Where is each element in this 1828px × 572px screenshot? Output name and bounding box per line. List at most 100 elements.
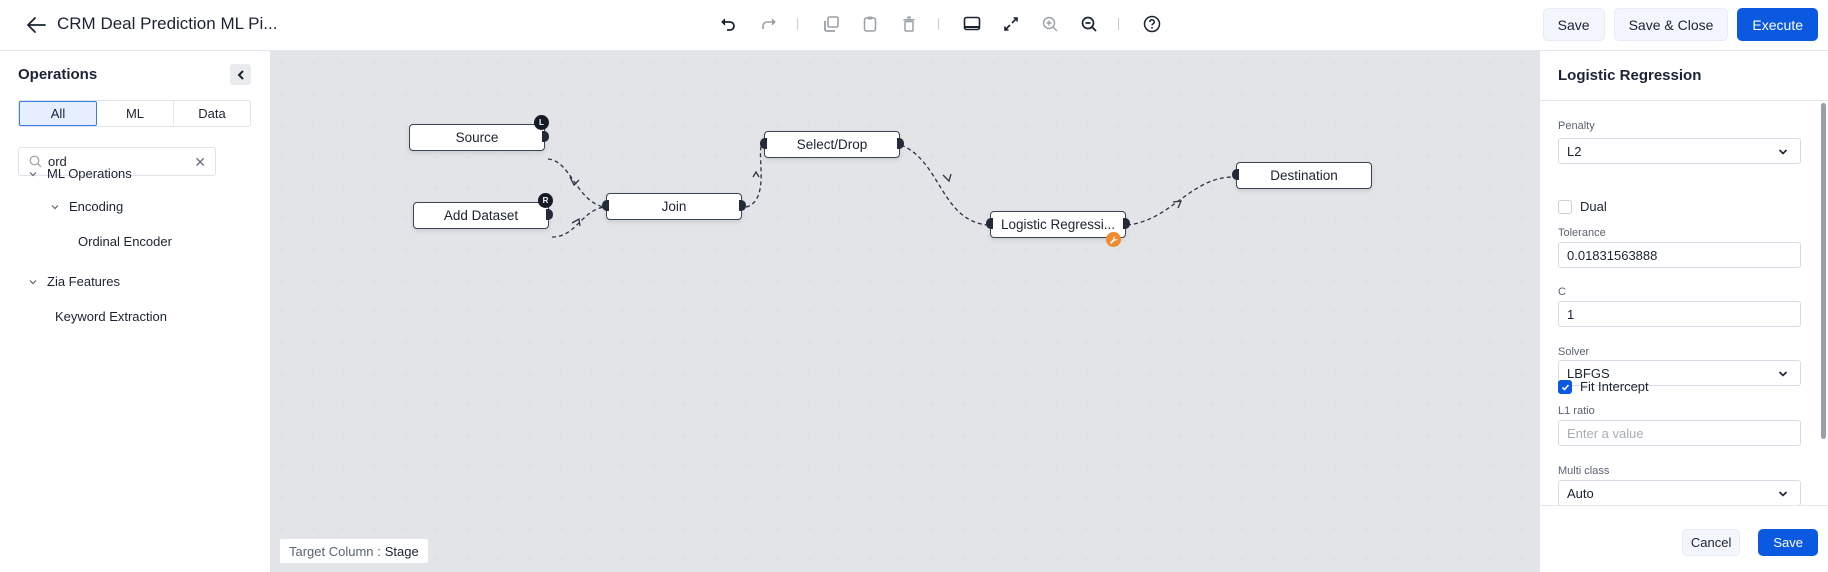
header-actions: Save Save & Close Execute — [1542, 8, 1818, 41]
tree-item-label: ML Operations — [47, 166, 132, 181]
zoom-out-icon — [1081, 16, 1097, 32]
chevron-down-icon — [1778, 371, 1788, 377]
dual-label: Dual — [1580, 199, 1607, 214]
toolbar — [712, 9, 1174, 39]
c-label: C — [1558, 286, 1566, 298]
left-input-badge: L — [534, 115, 549, 130]
properties-panel: Logistic Regression Penalty L2 Dual Tole… — [1539, 51, 1828, 572]
node-label: Source — [455, 130, 499, 145]
tree-item-label: Ordinal Encoder — [78, 234, 172, 249]
operation-filter-tabs: All ML Data — [18, 100, 251, 127]
tree-item-label: Zia Features — [47, 274, 120, 289]
tree-item-ordinal-encoder[interactable]: Ordinal Encoder — [78, 234, 172, 249]
header: CRM Deal Prediction ML Pi... Save Save &… — [0, 0, 1828, 51]
collapse-sidebar-button[interactable] — [230, 64, 251, 85]
node-label: Logistic Regressi... — [1000, 217, 1116, 232]
back-button[interactable] — [24, 12, 50, 38]
input-port[interactable] — [986, 218, 993, 229]
zoom-in-button[interactable] — [1033, 9, 1067, 39]
panel-body: Penalty L2 Dual Tolerance 0.01831563888 … — [1540, 101, 1828, 505]
right-input-badge: R — [538, 193, 553, 208]
c-input[interactable]: 1 — [1558, 301, 1801, 327]
tree-item-ml-operations[interactable]: ML Operations — [28, 166, 132, 181]
bottom-panel-button[interactable] — [955, 9, 989, 39]
chevron-down-icon — [1778, 149, 1788, 155]
toolbar-divider — [797, 18, 798, 30]
node-logistic-regression[interactable]: Logistic Regressi... — [986, 211, 1130, 247]
expand-icon — [1004, 17, 1018, 31]
chevron-down-icon — [29, 279, 37, 284]
fit-intercept-checkbox[interactable] — [1558, 380, 1572, 394]
dual-checkbox[interactable] — [1558, 200, 1572, 214]
delete-button[interactable] — [892, 9, 926, 39]
tab-data[interactable]: Data — [174, 101, 250, 126]
tree-item-label: Encoding — [69, 199, 124, 214]
panel-title: Logistic Regression — [1558, 67, 1702, 84]
node-label: Add Dataset — [443, 208, 519, 223]
paste-icon — [863, 16, 877, 32]
tolerance-input[interactable]: 0.01831563888 — [1558, 242, 1801, 268]
zoom-in-icon — [1042, 16, 1058, 32]
execute-button[interactable]: Execute — [1737, 8, 1818, 41]
l1-ratio-input[interactable]: Enter a value — [1558, 420, 1801, 446]
penalty-label: Penalty — [1558, 120, 1595, 132]
undo-button[interactable] — [712, 9, 746, 39]
input-port[interactable] — [602, 200, 609, 211]
multi-class-label: Multi class — [1558, 465, 1610, 477]
pipeline-canvas[interactable]: Source L Add Dataset R Join Select/Drop … — [271, 51, 1539, 572]
node-label: Select/Drop — [796, 137, 868, 152]
chevron-down-icon — [1778, 491, 1788, 497]
paste-button[interactable] — [853, 9, 887, 39]
node-label: Join — [661, 199, 687, 214]
arrow-left-icon — [27, 17, 46, 33]
toolbar-divider — [1118, 18, 1119, 30]
tree-item-label: Keyword Extraction — [55, 309, 167, 324]
toolbar-divider — [938, 18, 939, 30]
solver-label: Solver — [1558, 346, 1590, 358]
multi-class-value: Auto — [1567, 485, 1594, 501]
penalty-select[interactable]: L2 — [1558, 138, 1801, 164]
fit-screen-button[interactable] — [994, 9, 1028, 39]
node-add-dataset[interactable]: Add Dataset R — [413, 193, 553, 229]
input-port[interactable] — [1232, 169, 1239, 180]
pipeline-title: CRM Deal Prediction ML Pi... — [57, 14, 278, 33]
node-label: Destination — [1270, 168, 1338, 183]
tree-item-encoding[interactable]: Encoding — [50, 199, 123, 214]
zoom-out-button[interactable] — [1072, 9, 1106, 39]
operations-sidebar: Operations All ML Data ✕ ML Operations E… — [0, 51, 271, 572]
tab-all[interactable]: All — [19, 101, 97, 126]
help-icon — [1143, 15, 1161, 33]
target-column-label: Target Column : — [289, 543, 381, 559]
save-button[interactable]: Save — [1542, 8, 1605, 41]
cancel-button[interactable]: Cancel — [1681, 529, 1741, 556]
panel-save-button[interactable]: Save — [1758, 529, 1818, 556]
multi-class-select[interactable]: Auto — [1558, 480, 1801, 505]
undo-icon — [721, 18, 735, 31]
copy-button[interactable] — [814, 9, 848, 39]
node-source[interactable]: Source L — [409, 115, 549, 151]
node-join[interactable]: Join — [602, 193, 746, 220]
chevron-down-icon — [29, 171, 37, 176]
redo-button[interactable] — [751, 9, 785, 39]
tree-item-keyword-extraction[interactable]: Keyword Extraction — [55, 309, 167, 324]
chevron-left-icon — [237, 69, 244, 80]
checkmark-icon — [1561, 383, 1569, 391]
help-button[interactable] — [1135, 9, 1169, 39]
wrench-icon[interactable] — [1106, 232, 1121, 247]
l1-ratio-label: L1 ratio — [1558, 405, 1595, 417]
tree-item-zia-features[interactable]: Zia Features — [28, 274, 120, 289]
tolerance-label: Tolerance — [1558, 227, 1606, 239]
save-close-button[interactable]: Save & Close — [1613, 8, 1729, 41]
target-column-badge: Target Column : Stage — [279, 538, 429, 564]
clear-search-icon[interactable]: ✕ — [194, 155, 206, 169]
redo-icon — [762, 18, 776, 29]
panel-scrollbar[interactable] — [1821, 103, 1826, 439]
node-select-drop[interactable]: Select/Drop — [760, 131, 904, 158]
bottom-panel-icon — [963, 16, 981, 31]
delete-icon — [903, 16, 915, 32]
tab-ml[interactable]: ML — [97, 101, 174, 126]
input-port[interactable] — [760, 138, 767, 149]
panel-footer: Cancel Save — [1540, 505, 1828, 572]
target-column-value: Stage — [384, 543, 419, 559]
node-destination[interactable]: Destination — [1232, 162, 1372, 189]
